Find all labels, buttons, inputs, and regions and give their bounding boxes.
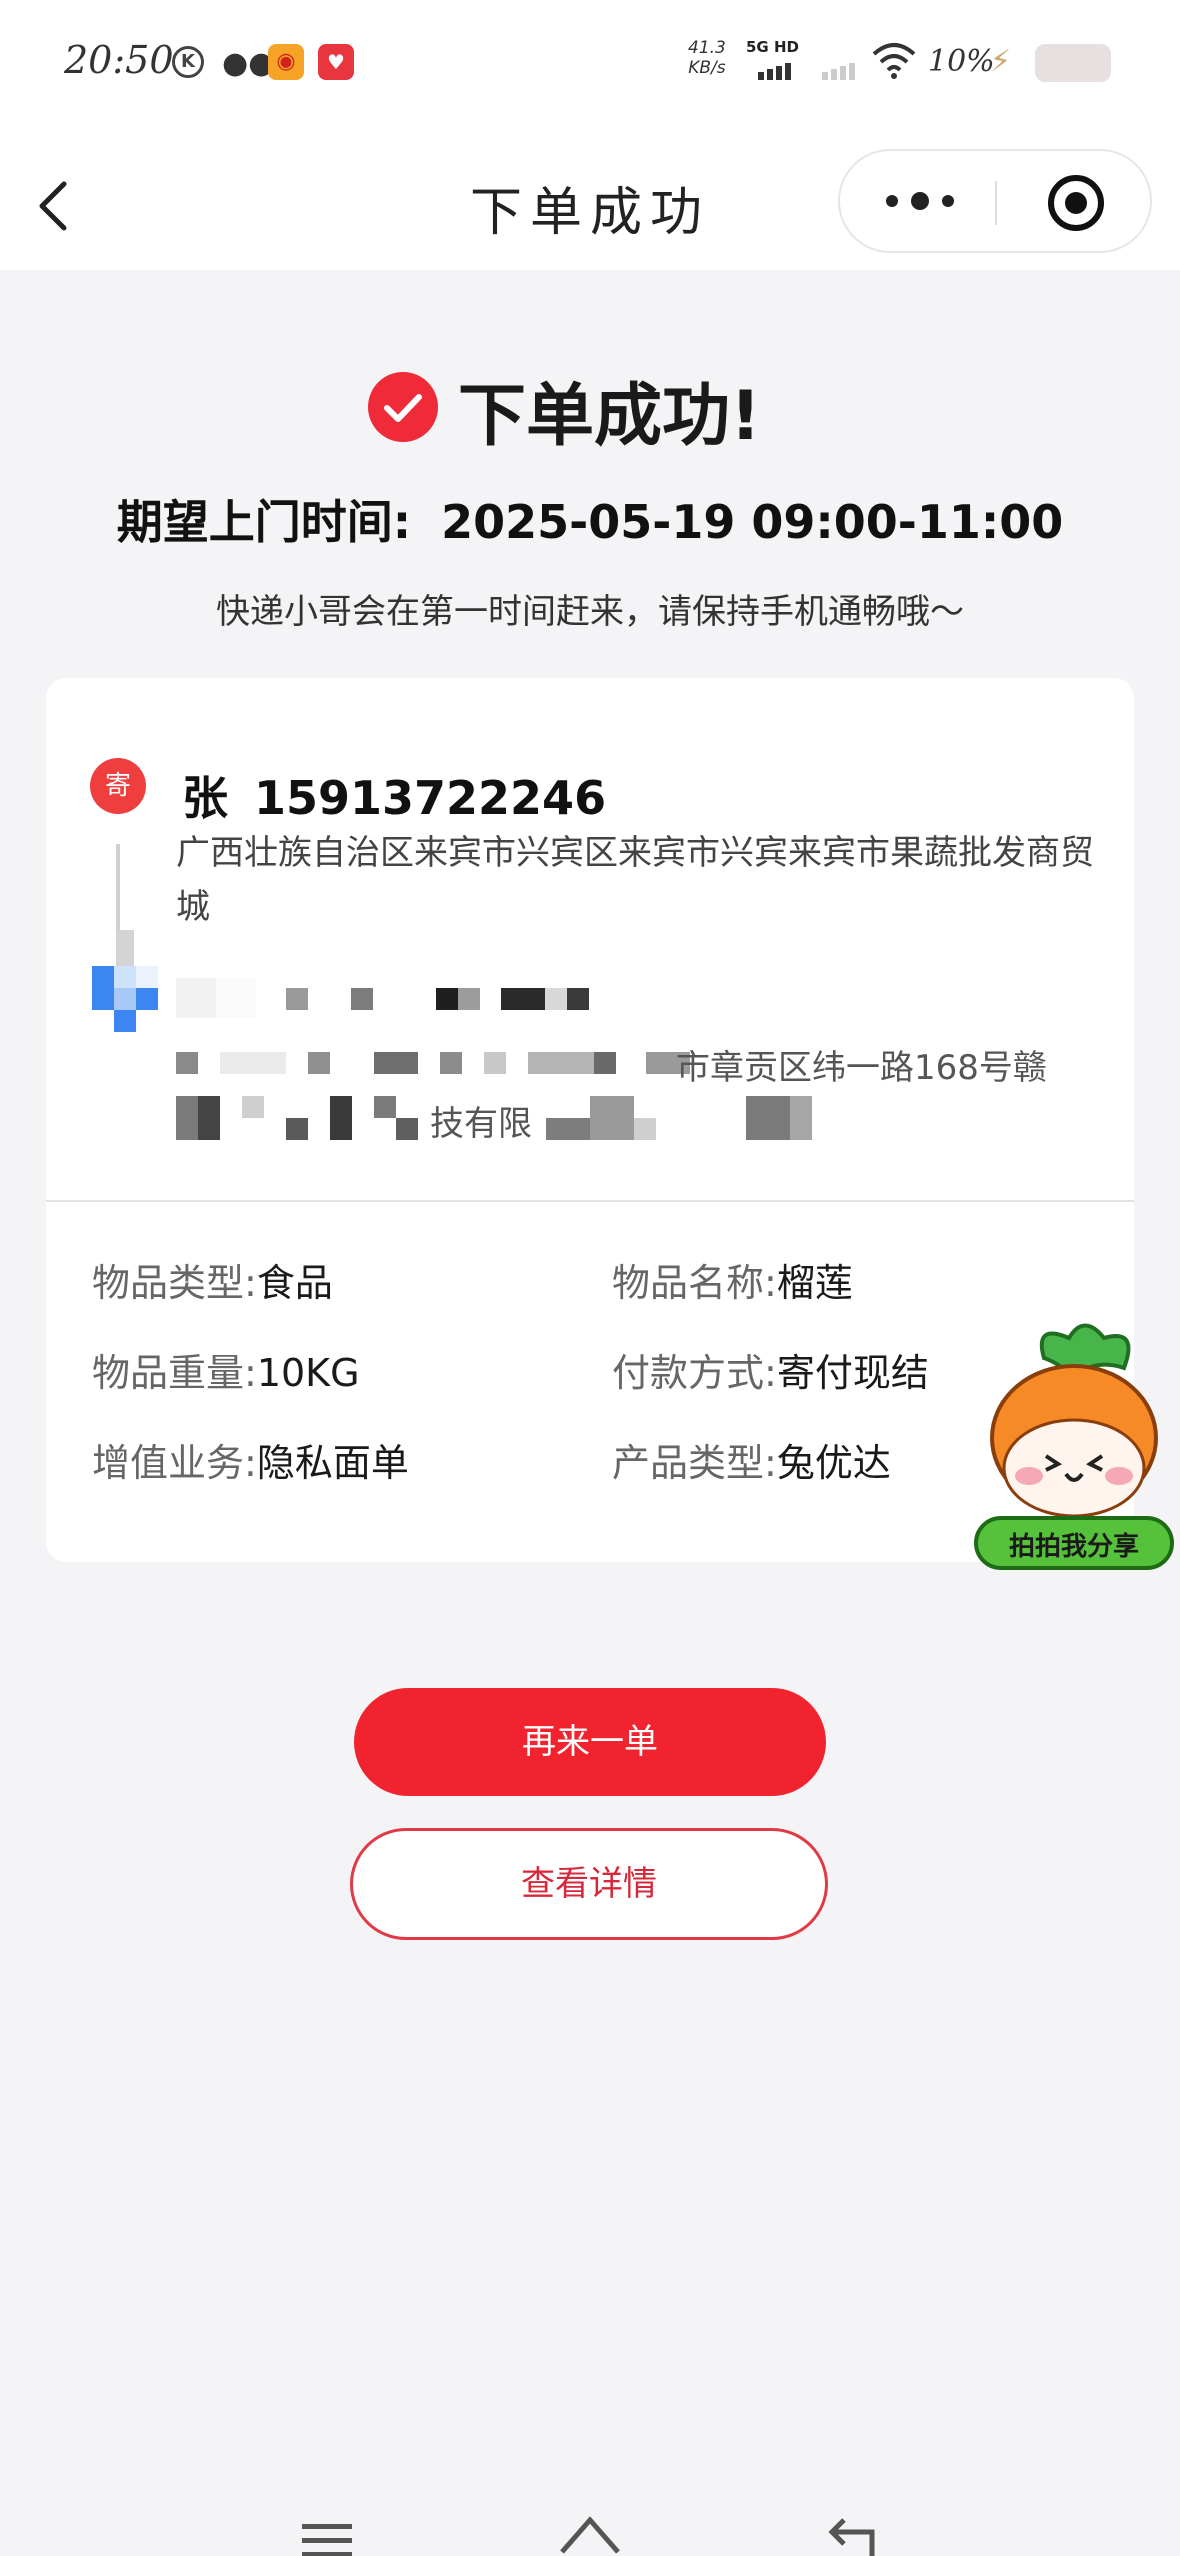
detail-value-added-service: 增值业务:隐私面单 — [92, 1432, 409, 1487]
detail-item-name: 物品名称:榴莲 — [612, 1252, 853, 1307]
detail-label: 增值业务: — [92, 1441, 257, 1485]
home-icon[interactable] — [558, 2512, 622, 2556]
menu-icon[interactable] — [300, 2522, 354, 2556]
close-target-icon[interactable] — [1046, 173, 1106, 233]
route-line-blur — [116, 930, 134, 966]
detail-label: 物品重量: — [92, 1351, 257, 1395]
detail-value: 寄付现结 — [776, 1351, 929, 1395]
sender-contact: 张 15913722246 — [182, 762, 606, 828]
wifi-icon — [872, 43, 916, 79]
receiver-address-mosaic-1 — [176, 1044, 706, 1084]
detail-product-type: 产品类型:兔优达 — [612, 1432, 891, 1487]
battery-icon — [1035, 44, 1111, 82]
detail-item-type: 物品类型:食品 — [92, 1252, 333, 1307]
receiver-address-visible-2: 技有限 — [430, 1104, 532, 1144]
receiver-address-visible-1: 市章贡区纬一路168号赣 — [676, 1048, 1047, 1088]
wechat-icon: ●● — [222, 46, 275, 81]
detail-label: 物品名称: — [612, 1261, 777, 1305]
detail-item-weight: 物品重量:10KG — [92, 1342, 360, 1397]
success-check-icon — [368, 372, 438, 442]
share-mascot-button[interactable]: 拍拍我分享 — [974, 1318, 1174, 1578]
sender-name: 张 — [182, 771, 228, 825]
weibo-icon: ◉ — [268, 44, 304, 80]
courier-hint: 快递小哥会在第一时间赶来，请保持手机通畅哦～ — [216, 592, 964, 632]
detail-label: 物品类型: — [92, 1261, 257, 1305]
status-bar: 20:50 K ●● ◉ ♥ 41.3 KB/s 5G HD 10% ⚡ — [0, 0, 1180, 125]
status-time: 20:50 — [64, 38, 174, 82]
view-details-button[interactable]: 查看详情 — [350, 1828, 828, 1940]
mini-program-capsule — [838, 149, 1152, 253]
network-speed-unit: KB/s — [688, 58, 726, 78]
system-nav-bar — [0, 2490, 1180, 2556]
network-speed: 41.3 KB/s — [688, 38, 726, 78]
share-mascot-label: 拍拍我分享 — [1008, 1532, 1139, 1562]
power-saving-icon: ⚡ — [990, 44, 1012, 79]
expected-pickup-time: 期望上门时间: 2025-05-19 09:00-11:00 — [0, 486, 1180, 552]
detail-label: 付款方式: — [612, 1351, 777, 1395]
network-type: 5G HD — [746, 38, 799, 56]
system-back-icon[interactable] — [822, 2512, 882, 2556]
expected-time-label: 期望上门时间: — [116, 495, 412, 549]
success-title: 下单成功! — [458, 377, 762, 456]
detail-value: 榴莲 — [776, 1261, 853, 1305]
more-icon[interactable] — [880, 189, 960, 213]
network-speed-value: 41.3 — [688, 38, 726, 58]
detail-payment-method: 付款方式:寄付现结 — [612, 1342, 929, 1397]
detail-label: 产品类型: — [612, 1441, 777, 1485]
reorder-button[interactable]: 再来一单 — [354, 1688, 826, 1796]
detail-value: 食品 — [256, 1261, 333, 1305]
signal-icon — [758, 63, 791, 80]
order-card: 寄 张 15913722246 广西壮族自治区来宾市兴宾区来宾市兴宾来宾市果蔬批发… — [46, 678, 1134, 1562]
nav-bar: 下单成功 — [0, 140, 1180, 265]
signal-secondary-icon — [822, 63, 855, 80]
detail-value: 兔优达 — [776, 1441, 891, 1485]
sender-badge: 寄 — [90, 758, 146, 814]
capsule-divider — [995, 181, 997, 225]
battery-percent: 10% — [928, 44, 995, 79]
detail-value: 10KG — [256, 1351, 360, 1395]
card-divider — [46, 1200, 1134, 1202]
detail-value: 隐私面单 — [256, 1441, 409, 1485]
expected-time-value: 2025-05-19 09:00-11:00 — [441, 495, 1064, 549]
k-app-icon: K — [172, 46, 204, 78]
top-area: 20:50 K ●● ◉ ♥ 41.3 KB/s 5G HD 10% ⚡ 下单成… — [0, 0, 1180, 270]
receiver-badge-icon — [92, 966, 158, 1032]
receiver-contact-mosaic — [176, 978, 696, 1018]
sender-phone: 15913722246 — [254, 771, 607, 825]
sender-address: 广西壮族自治区来宾市兴宾区来宾市兴宾来宾市果蔬批发商贸城 — [176, 833, 1094, 927]
app-notification-icon: ♥ — [318, 44, 354, 80]
